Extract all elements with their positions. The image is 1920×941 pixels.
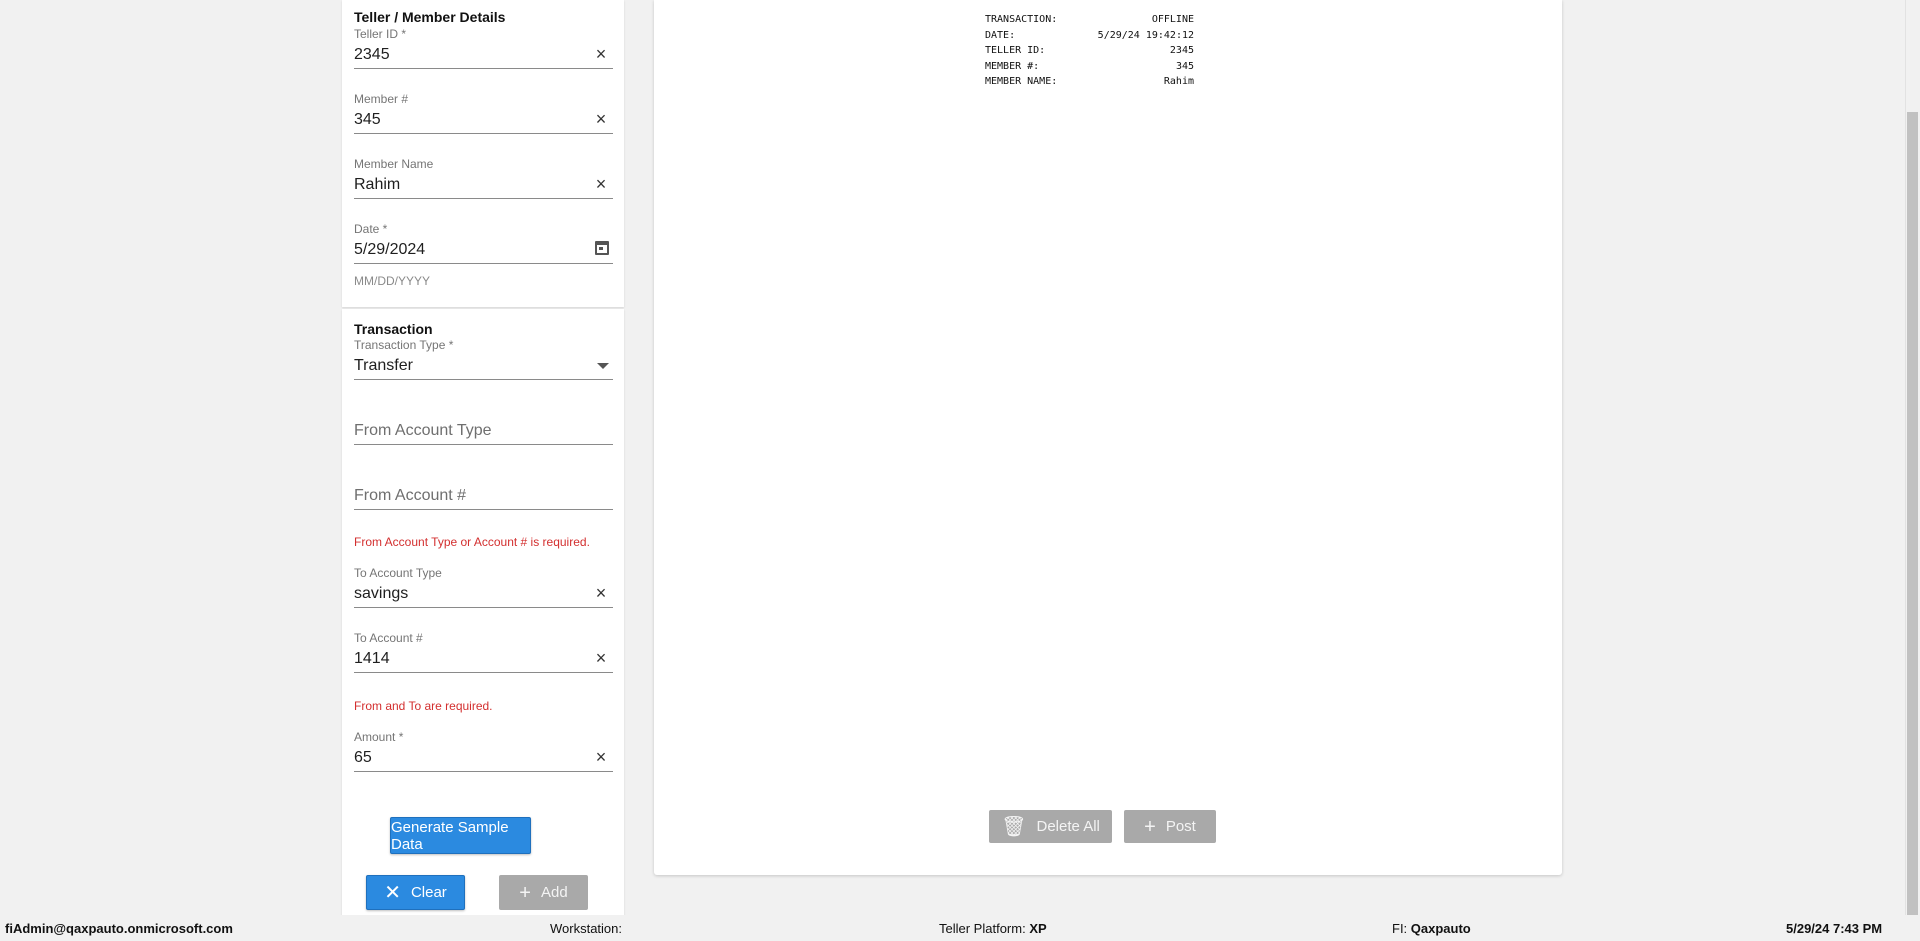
delete-all-label: Delete All bbox=[1036, 818, 1100, 835]
teller-member-title: Teller / Member Details bbox=[354, 9, 506, 25]
fi-value: Qaxpauto bbox=[1410, 921, 1471, 936]
receipt-preview: TRANSACTION: OFFLINE DATE: 5/29/24 19:42… bbox=[985, 12, 1194, 90]
transaction-form-panel: Teller / Member Details Teller ID * 2345… bbox=[342, 0, 624, 915]
receipt-key: DATE: bbox=[985, 29, 1016, 41]
receipt-panel: TRANSACTION: OFFLINE DATE: 5/29/24 19:42… bbox=[654, 0, 1562, 875]
platform-label: Teller Platform: bbox=[939, 921, 1026, 936]
receipt-value: 2345 bbox=[1169, 45, 1194, 56]
to-account-type-input[interactable]: savings bbox=[354, 585, 408, 602]
date-field: Date * 5/29/2024 bbox=[354, 222, 613, 264]
fi-label: FI: bbox=[1392, 921, 1408, 936]
status-bar: fiAdmin@qaxpauto.onmicrosoft.com Worksta… bbox=[0, 915, 1920, 941]
post-label: Post bbox=[1165, 818, 1196, 835]
teller-id-field: Teller ID * 2345 × bbox=[354, 27, 613, 69]
from-account-type-field: From Account Type bbox=[354, 403, 613, 445]
member-name-label: Member Name bbox=[354, 157, 434, 171]
teller-id-label: Teller ID * bbox=[354, 27, 407, 41]
from-account-number-input[interactable]: From Account # bbox=[354, 487, 466, 504]
status-user: fiAdmin@qaxpauto.onmicrosoft.com bbox=[5, 921, 233, 936]
member-name-field: Member Name Rahim × bbox=[354, 157, 613, 199]
vertical-scrollbar[interactable] bbox=[1905, 0, 1920, 915]
member-name-input[interactable]: Rahim bbox=[354, 176, 400, 193]
generate-sample-data-button[interactable]: Generate Sample Data bbox=[390, 817, 531, 854]
workstation-label: Workstation: bbox=[550, 921, 623, 936]
date-format-hint: MM/DD/YYYY bbox=[354, 274, 431, 288]
receipt-line: DATE: 5/29/24 19:42:12 bbox=[985, 28, 1194, 44]
to-account-number-input[interactable]: 1414 bbox=[354, 650, 390, 667]
clear-button[interactable]: ✕ Clear bbox=[366, 875, 465, 910]
receipt-key: TELLER ID: bbox=[985, 45, 1046, 56]
trash-icon: 🗑 bbox=[1001, 815, 1027, 838]
receipt-value: 5/29/24 19:42:12 bbox=[1097, 29, 1194, 41]
add-button-label: Add bbox=[540, 884, 568, 901]
receipt-line: TELLER ID: 2345 bbox=[985, 43, 1194, 59]
to-account-number-field: To Account # 1414 × bbox=[354, 631, 613, 673]
date-input[interactable]: 5/29/2024 bbox=[354, 241, 425, 258]
receipt-key: MEMBER NAME: bbox=[985, 76, 1058, 87]
receipt-line: TRANSACTION: OFFLINE bbox=[985, 12, 1194, 28]
receipt-line: MEMBER NAME: Rahim bbox=[985, 74, 1194, 90]
receipt-value: OFFLINE bbox=[1151, 14, 1194, 25]
plus-icon: + bbox=[519, 881, 531, 904]
transaction-card: Transaction Transaction Type * Transfer … bbox=[342, 309, 624, 915]
transaction-type-select[interactable]: Transfer bbox=[354, 357, 413, 374]
teller-id-input[interactable]: 2345 bbox=[354, 46, 390, 63]
receipt-value: 345 bbox=[1175, 60, 1194, 72]
status-datetime: 5/29/24 7:43 PM bbox=[1786, 921, 1883, 936]
from-account-error: From Account Type or Account # is requir… bbox=[354, 535, 590, 549]
receipt-value: Rahim bbox=[1163, 76, 1194, 87]
member-number-label: Member # bbox=[354, 92, 409, 106]
date-label: Date * bbox=[354, 222, 388, 236]
member-number-clear-icon[interactable]: × bbox=[593, 110, 609, 128]
amount-input[interactable]: 65 bbox=[354, 749, 372, 766]
clear-button-label: Clear bbox=[410, 884, 447, 901]
generate-sample-data-label: Generate Sample Data bbox=[391, 818, 509, 853]
transaction-title: Transaction bbox=[354, 321, 433, 337]
plus-icon: + bbox=[1144, 815, 1156, 838]
from-account-number-field: From Account # bbox=[354, 468, 613, 510]
dropdown-arrow-icon[interactable] bbox=[597, 363, 609, 369]
to-account-type-label: To Account Type bbox=[354, 566, 442, 580]
receipt-key: TRANSACTION: bbox=[985, 14, 1058, 25]
member-name-clear-icon[interactable]: × bbox=[593, 175, 609, 193]
from-account-type-input[interactable]: From Account Type bbox=[354, 422, 492, 439]
transaction-type-field: Transaction Type * Transfer bbox=[354, 338, 613, 380]
member-number-input[interactable]: 345 bbox=[354, 111, 381, 128]
receipt-line: MEMBER #: 345 bbox=[985, 59, 1194, 75]
calendar-icon[interactable] bbox=[595, 241, 609, 255]
teller-id-clear-icon[interactable]: × bbox=[593, 45, 609, 63]
post-button[interactable]: + Post bbox=[1124, 810, 1216, 843]
receipt-key: MEMBER #: bbox=[985, 60, 1040, 72]
to-account-number-clear-icon[interactable]: × bbox=[593, 649, 609, 667]
amount-label: Amount * bbox=[354, 730, 404, 744]
scrollbar-thumb[interactable] bbox=[1907, 112, 1918, 915]
transaction-type-label: Transaction Type * bbox=[354, 338, 454, 352]
amount-field: Amount * 65 × bbox=[354, 730, 613, 772]
add-button[interactable]: + Add bbox=[499, 875, 588, 910]
amount-clear-icon[interactable]: × bbox=[593, 748, 609, 766]
delete-all-button[interactable]: 🗑 Delete All bbox=[989, 810, 1112, 843]
teller-member-card: Teller / Member Details Teller ID * 2345… bbox=[342, 0, 624, 307]
to-account-error: From and To are required. bbox=[354, 699, 493, 713]
close-icon: ✕ bbox=[384, 881, 401, 904]
to-account-number-label: To Account # bbox=[354, 631, 423, 645]
to-account-type-field: To Account Type savings × bbox=[354, 566, 613, 608]
member-number-field: Member # 345 × bbox=[354, 92, 613, 134]
platform-value: XP bbox=[1029, 921, 1047, 936]
to-account-type-clear-icon[interactable]: × bbox=[593, 584, 609, 602]
